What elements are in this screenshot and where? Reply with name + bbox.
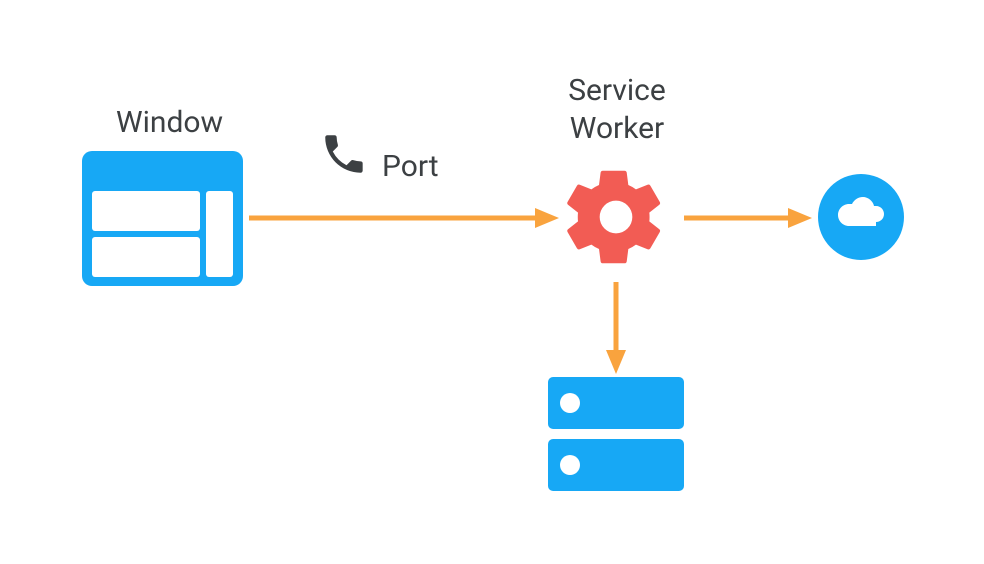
- gear-icon: [560, 161, 672, 277]
- diagram-canvas: Window Service Worker Port: [0, 0, 984, 564]
- cloud-icon: [818, 174, 904, 264]
- service-worker-label-line2: Worker: [570, 111, 664, 146]
- arrow-window-to-service-worker: [249, 207, 559, 233]
- port-label: Port: [382, 148, 439, 186]
- arrow-service-worker-to-cache: [605, 282, 627, 378]
- window-label: Window: [116, 104, 223, 142]
- window-icon: [82, 151, 243, 290]
- arrow-service-worker-to-cloud: [684, 207, 812, 233]
- service-worker-label: Service Worker: [547, 72, 687, 147]
- storage-icon: [548, 377, 684, 497]
- phone-icon: [319, 129, 369, 183]
- service-worker-label-line1: Service: [568, 73, 666, 108]
